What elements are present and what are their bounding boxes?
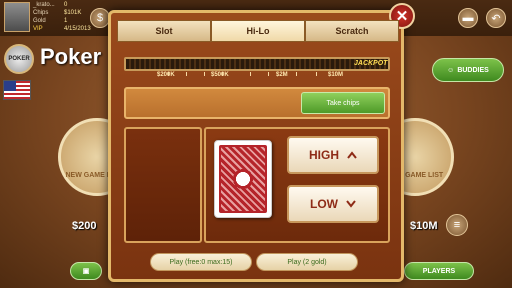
player-name-value: 0 (64, 2, 68, 8)
avatar[interactable] (4, 2, 30, 32)
settings-icon[interactable]: ≡ (446, 214, 468, 236)
play-gold-button[interactable]: Play (2 gold) (256, 253, 358, 271)
chevron-up-icon (347, 151, 357, 159)
tab-slot-label: Slot (155, 26, 173, 36)
gold-label: Gold (33, 18, 46, 24)
jackpot-tick (296, 72, 297, 76)
poker-logo: POKER (4, 44, 34, 74)
tab-scratch[interactable]: Scratch (305, 20, 399, 42)
card-back-icon (214, 140, 272, 218)
jackpot-tick (204, 72, 205, 76)
right-stake-amount: $10M (410, 220, 438, 232)
player-profile[interactable]: _krato... 0 Chips $101K Gold 1 VIP 4/15/… (4, 2, 91, 34)
chevron-down-icon (346, 200, 356, 208)
high-label: HIGH (309, 148, 339, 162)
players-button[interactable]: PLAYERS (404, 262, 474, 280)
jackpot-mark: $200K (157, 72, 175, 78)
lobby-title: Poker (40, 44, 102, 69)
low-label: LOW (310, 197, 338, 211)
play-gold-label: Play (2 gold) (287, 258, 327, 266)
left-stake-amount: $200 (72, 220, 97, 232)
previous-card-slot (124, 127, 202, 243)
country-flag-icon (3, 80, 31, 100)
vip-label: VIP (33, 26, 43, 32)
jackpot-tick (316, 72, 317, 76)
tab-hi-lo-label: Hi-Lo (246, 26, 270, 36)
jackpot-mark: $2M (276, 72, 288, 78)
back-icon[interactable]: ↶ (486, 8, 506, 28)
high-button[interactable]: HIGH (287, 136, 379, 174)
tab-slot[interactable]: Slot (117, 20, 211, 42)
take-chips-label: Take chips (326, 99, 360, 107)
gift-button[interactable]: ▣ (70, 262, 102, 280)
play-free-label: Play (free:0 max:15) (169, 258, 233, 266)
jackpot-label: JACKPOT (354, 60, 388, 67)
jackpot-mark: $500K (211, 72, 229, 78)
buddies-icon: ☺ (447, 66, 455, 74)
chips-value: $101K (64, 10, 82, 16)
player-name: _krato... (33, 2, 55, 8)
players-label: PLAYERS (422, 267, 456, 275)
profile-date: 4/15/2013 (64, 26, 91, 32)
buddies-label: BUDDIES (457, 66, 489, 74)
buddies-button[interactable]: ☺ BUDDIES (432, 58, 504, 82)
chat-icon[interactable]: ▬ (458, 8, 478, 28)
add-chips-icon[interactable]: $ (90, 8, 110, 28)
tab-hi-lo[interactable]: Hi-Lo (211, 20, 305, 42)
jackpot-tick (250, 72, 251, 76)
jackpot-tick (186, 72, 187, 76)
take-chips-button[interactable]: Take chips (301, 92, 385, 114)
mini-game-tabs: Slot Hi-Lo Scratch (117, 20, 399, 42)
gift-icon: ▣ (82, 268, 90, 275)
tab-scratch-label: Scratch (335, 26, 369, 36)
gold-value: 1 (64, 18, 68, 24)
low-button[interactable]: LOW (287, 185, 379, 223)
jackpot-progress-bar (124, 57, 390, 71)
jackpot-mark: $10M (328, 72, 344, 78)
jackpot-tick (268, 72, 269, 76)
chips-label: Chips (33, 10, 49, 16)
card-back-pattern (219, 145, 267, 213)
play-free-button[interactable]: Play (free:0 max:15) (150, 253, 252, 271)
logo-text: POKER (8, 56, 30, 62)
